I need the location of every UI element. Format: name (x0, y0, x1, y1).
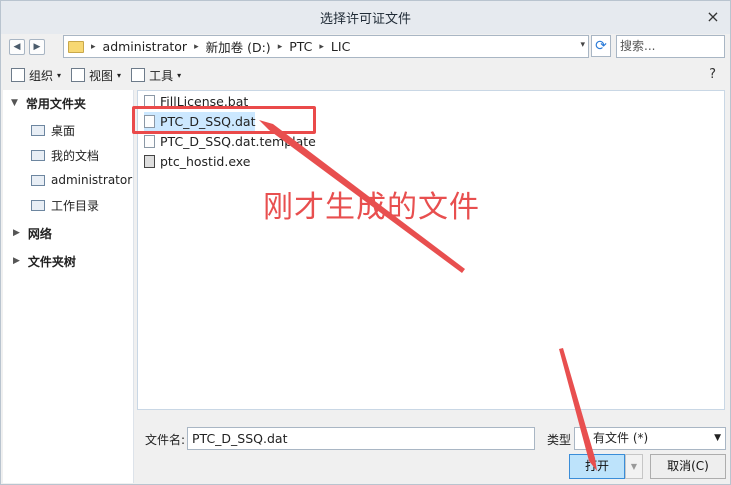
view-menu[interactable]: 视图 ▾ (71, 67, 121, 84)
desktop-icon (31, 124, 45, 136)
organize-icon (11, 68, 25, 82)
search-input[interactable]: 搜索... (616, 35, 725, 58)
breadcrumb-drive-d[interactable]: 新加卷 (D:) (206, 37, 271, 56)
organize-menu[interactable]: 组织 ▾ (11, 67, 61, 84)
folder-icon (31, 199, 45, 211)
open-dropdown-icon[interactable]: ▼ (625, 454, 643, 479)
breadcrumb-separator-icon: ▸ (194, 41, 199, 52)
exe-file-icon (144, 155, 155, 168)
toolbar: 组织 ▾ 视图 ▾ 工具 ▾ (1, 61, 730, 89)
sidebar-item-label: 我的文档 (51, 148, 100, 163)
file-list: FillLicense.bat PTC_D_SSQ.dat PTC_D_SSQ.… (137, 90, 725, 410)
sidebar-item-working-directory[interactable]: 工作目录 (31, 195, 99, 215)
filename-field[interactable]: PTC_D_SSQ.dat (187, 427, 535, 450)
navigation-bar: ◀ ▶ ▸ administrator ▸ 新加卷 (D:) ▸ PTC ▸ L… (1, 34, 730, 60)
close-icon[interactable]: × (704, 8, 722, 26)
expand-right-icon: ▶ (13, 228, 20, 238)
annotation-text: 刚才生成的文件 (263, 190, 480, 225)
file-name: PTC_D_SSQ.dat.template (160, 134, 316, 149)
breadcrumb-administrator[interactable]: administrator (103, 39, 188, 54)
folder-tree-label: 文件夹树 (27, 254, 76, 269)
tools-menu[interactable]: 工具 ▾ (131, 67, 181, 84)
cancel-button[interactable]: 取消(C) (650, 454, 726, 479)
sidebar-item-label: 桌面 (51, 123, 76, 138)
computer-icon (31, 174, 45, 186)
file-type-value: 有文件 (*) (593, 431, 649, 445)
sidebar-item-documents[interactable]: 我的文档 (31, 145, 99, 165)
view-label: 视图 (89, 68, 114, 83)
view-icon (71, 68, 86, 82)
expand-down-icon: ▼ (11, 98, 18, 108)
folder-icon (68, 40, 84, 53)
chevron-down-icon: ▾ (177, 70, 182, 80)
chevron-down-icon: ▾ (57, 70, 62, 80)
bottom-bar: 文件名: PTC_D_SSQ.dat 类型 有文件 (*) ▼ 打开 ▼ 取消(… (137, 416, 727, 484)
list-item[interactable]: PTC_D_SSQ.dat.template (144, 132, 316, 151)
favorites-header[interactable]: ▼ 常用文件夹 (11, 93, 86, 113)
sidebar-item-desktop[interactable]: 桌面 (31, 120, 75, 140)
sidebar-item-administrator[interactable]: administrator (31, 170, 132, 190)
file-name: ptc_hostid.exe (160, 154, 251, 169)
network-label: 网络 (27, 226, 52, 241)
tools-label: 工具 (149, 68, 174, 83)
file-open-dialog: 选择许可证文件 × ◀ ▶ ▸ administrator ▸ 新加卷 (D:)… (0, 0, 731, 485)
navigation-pane: ▼ 常用文件夹 桌面 我的文档 administrator 工作目录 ▶ 网络 … (3, 90, 134, 483)
breadcrumb-lic[interactable]: LIC (331, 39, 350, 54)
file-type-select[interactable]: 有文件 (*) ▼ (574, 427, 726, 450)
title-bar: 选择许可证文件 × (1, 1, 730, 34)
folder-tree-header[interactable]: ▶ 文件夹树 (13, 251, 76, 271)
filename-label: 文件名: (145, 433, 186, 447)
breadcrumb-separator-icon: ▸ (277, 41, 283, 52)
tools-icon (131, 68, 146, 82)
list-item[interactable]: ptc_hostid.exe (144, 152, 251, 171)
dialog-title: 选择许可证文件 (319, 12, 411, 27)
address-bar[interactable]: ▸ administrator ▸ 新加卷 (D:) ▸ PTC ▸ LIC ▾ (63, 35, 589, 58)
address-dropdown-icon[interactable]: ▾ (580, 40, 585, 50)
chevron-down-icon: ▼ (714, 433, 721, 443)
breadcrumb-ptc[interactable]: PTC (289, 39, 312, 54)
chevron-down-icon: ▾ (117, 70, 122, 80)
documents-icon (31, 149, 45, 161)
sidebar-item-label: administrator (51, 173, 133, 187)
open-button[interactable]: 打开 (569, 454, 625, 479)
back-arrow-icon[interactable]: ◀ (9, 39, 25, 55)
network-header[interactable]: ▶ 网络 (13, 223, 52, 243)
file-type-label: 类型 (547, 433, 572, 447)
sidebar-item-label: 工作目录 (51, 198, 100, 213)
help-icon[interactable]: ? (709, 67, 716, 82)
breadcrumb-separator-icon: ▸ (91, 41, 96, 52)
template-file-icon (144, 135, 155, 148)
breadcrumb-separator-icon: ▸ (319, 41, 324, 52)
favorites-label: 常用文件夹 (25, 96, 86, 111)
annotation-highlight-box (132, 106, 316, 134)
refresh-icon[interactable]: ⟳ (591, 35, 611, 57)
forward-arrow-icon[interactable]: ▶ (29, 39, 45, 55)
organize-label: 组织 (29, 68, 54, 83)
expand-right-icon: ▶ (13, 256, 20, 266)
